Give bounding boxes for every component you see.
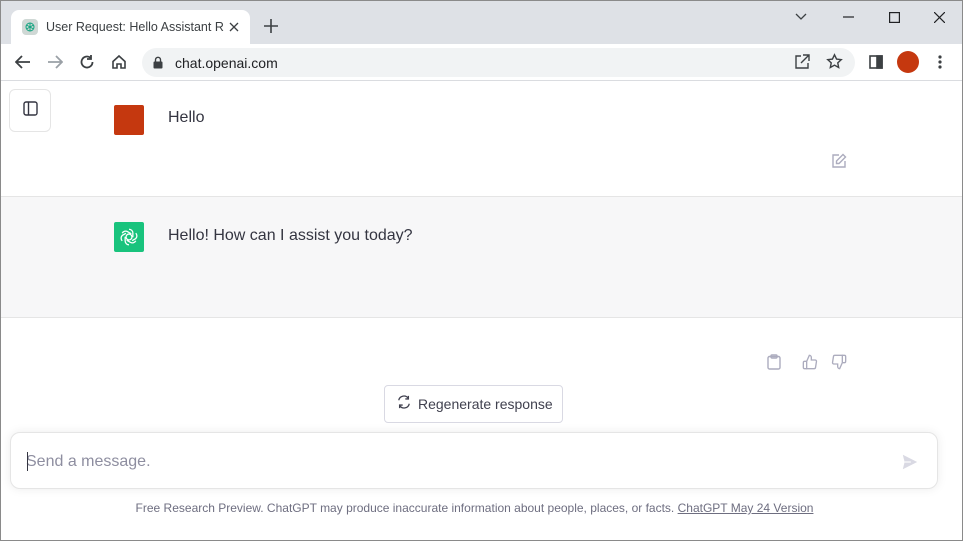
version-link[interactable]: ChatGPT May 24 Version [678, 501, 814, 515]
maximize-icon[interactable] [880, 7, 908, 27]
tab-strip: User Request: Hello Assistant Res [1, 1, 962, 44]
address-bar[interactable]: chat.openai.com [142, 48, 855, 77]
text-caret [27, 452, 28, 471]
user-message-text: Hello [168, 109, 205, 126]
message-input[interactable] [26, 450, 886, 474]
url-text: chat.openai.com [175, 55, 278, 71]
chatgpt-favicon-icon [22, 19, 38, 35]
browser-window: User Request: Hello Assistant Res chat.o… [0, 0, 963, 541]
footer-disclaimer: Free Research Preview. ChatGPT may produ… [1, 501, 948, 515]
regenerate-response-label: Regenerate response [418, 396, 553, 412]
sidebar-toggle-icon [22, 100, 38, 121]
reload-icon[interactable] [76, 51, 98, 73]
profile-avatar[interactable] [897, 51, 919, 73]
chat-page: Hello Hello! How can I assist you today? [1, 81, 962, 540]
plus-icon[interactable] [261, 16, 281, 36]
footer-text: Free Research Preview. ChatGPT may produ… [135, 501, 675, 515]
thumbs-down-icon[interactable] [830, 353, 848, 371]
send-icon[interactable] [899, 451, 921, 473]
sidebar-toggle-button[interactable] [9, 89, 51, 132]
thumbs-up-icon[interactable] [801, 353, 819, 371]
assistant-message-text: Hello! How can I assist you today? [168, 227, 413, 244]
browser-tab[interactable]: User Request: Hello Assistant Res [11, 10, 250, 44]
user-message: Hello [1, 81, 962, 197]
close-icon[interactable] [226, 19, 242, 35]
forward-arrow-icon[interactable] [44, 51, 66, 73]
share-icon[interactable] [794, 53, 812, 71]
regenerate-response-button[interactable]: Regenerate response [384, 385, 563, 423]
openai-logo-icon [114, 222, 144, 252]
assistant-message: Hello! How can I assist you today? [1, 197, 962, 370]
back-arrow-icon[interactable] [12, 51, 34, 73]
chevron-down-icon[interactable] [787, 7, 815, 27]
kebab-menu-icon[interactable] [929, 51, 951, 73]
side-panel-icon[interactable] [865, 51, 887, 73]
clipboard-icon[interactable] [765, 353, 783, 371]
message-composer [10, 432, 938, 489]
lock-icon[interactable] [153, 56, 165, 69]
refresh-icon [397, 394, 411, 414]
close-window-icon[interactable] [925, 7, 953, 27]
minimize-icon[interactable] [834, 7, 862, 27]
home-icon[interactable] [108, 51, 130, 73]
browser-toolbar: chat.openai.com [1, 44, 962, 81]
edit-icon[interactable] [830, 152, 848, 170]
tab-title: User Request: Hello Assistant Res [46, 20, 224, 34]
user-avatar [114, 105, 144, 135]
star-icon[interactable] [826, 53, 844, 71]
